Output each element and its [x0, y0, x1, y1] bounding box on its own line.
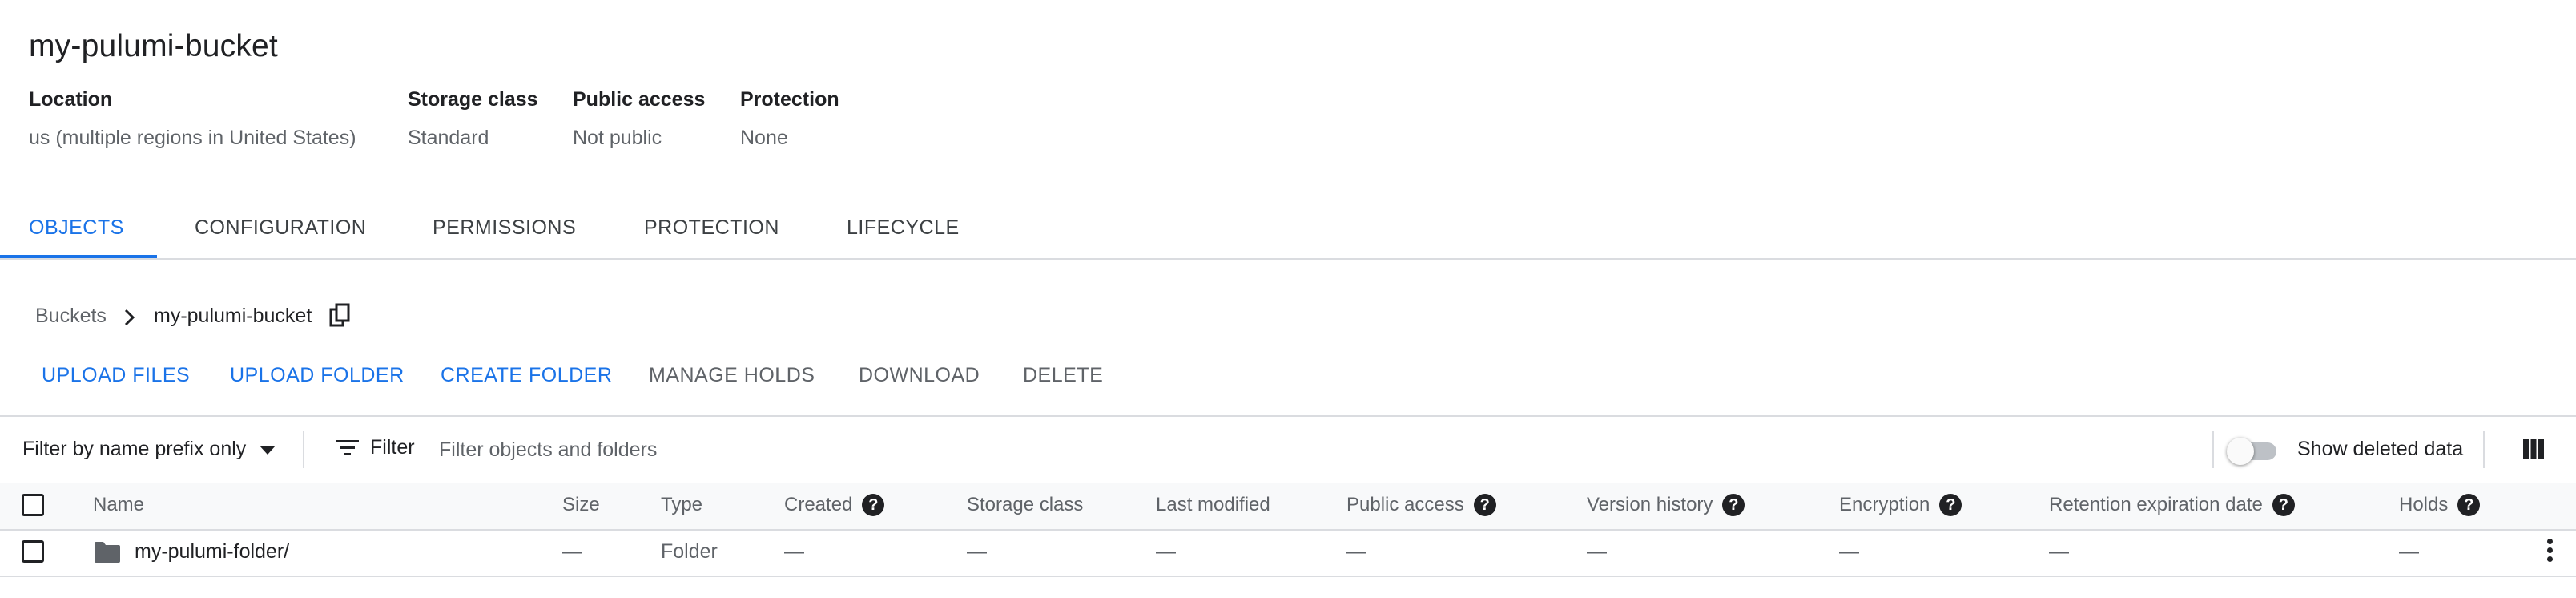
tab-objects[interactable]: OBJECTS — [29, 216, 124, 240]
help-icon[interactable]: ? — [2272, 494, 2295, 516]
active-tab-indicator — [0, 255, 157, 258]
object-name-link[interactable]: my-pulumi-folder/ — [135, 540, 289, 564]
show-deleted-label: Show deleted data — [2297, 438, 2464, 460]
column-header-size[interactable]: Size — [562, 494, 600, 516]
column-header-storage-class[interactable]: Storage class — [967, 494, 1083, 516]
object-public-access: — — [1346, 540, 1366, 563]
tab-configuration[interactable]: CONFIGURATION — [195, 216, 366, 240]
download-button[interactable]: DOWNLOAD — [859, 364, 980, 387]
breadcrumb-current: my-pulumi-bucket — [154, 305, 312, 327]
protection-label: Protection — [740, 88, 839, 111]
create-folder-button[interactable]: CREATE FOLDER — [441, 364, 612, 387]
column-header-last-modified[interactable]: Last modified — [1156, 494, 1270, 516]
divider — [303, 431, 304, 468]
column-header-public-access[interactable]: Public access? — [1346, 494, 1496, 516]
storage-class-value: Standard — [408, 127, 489, 149]
page-title: my-pulumi-bucket — [29, 29, 278, 63]
tab-protection[interactable]: PROTECTION — [644, 216, 779, 240]
filter-toolbar: Filter by name prefix only Filter Show d… — [0, 415, 2576, 486]
object-last-modified: — — [1156, 540, 1176, 563]
column-header-created[interactable]: Created? — [784, 494, 885, 516]
filter-button[interactable]: Filter — [336, 436, 415, 459]
divider — [2212, 431, 2214, 468]
filter-input[interactable] — [437, 433, 1642, 467]
help-icon[interactable]: ? — [862, 494, 885, 516]
help-icon[interactable]: ? — [2457, 494, 2481, 516]
protection-value: None — [740, 127, 788, 149]
tab-permissions[interactable]: PERMISSIONS — [433, 216, 576, 240]
object-size: — — [562, 540, 582, 563]
object-holds: — — [2399, 540, 2419, 563]
location-value: us (multiple regions in United States) — [29, 127, 356, 149]
public-access-value: Not public — [573, 127, 662, 149]
filter-mode-label: Filter by name prefix only — [22, 438, 247, 460]
filter-icon — [336, 439, 359, 455]
column-display-icon[interactable] — [2523, 438, 2544, 464]
help-icon[interactable]: ? — [1473, 494, 1496, 516]
chevron-right-icon — [120, 306, 139, 333]
row-checkbox[interactable] — [22, 540, 44, 563]
column-header-encryption[interactable]: Encryption? — [1839, 494, 1962, 516]
column-header-version-history[interactable]: Version history? — [1587, 494, 1745, 516]
column-header-name[interactable]: Name — [93, 494, 144, 516]
upload-files-button[interactable]: UPLOAD FILES — [42, 364, 190, 387]
object-type: Folder — [661, 540, 718, 563]
help-icon[interactable]: ? — [1939, 494, 1962, 516]
public-access-label: Public access — [573, 88, 706, 111]
select-all-checkbox[interactable] — [22, 494, 44, 516]
tab-lifecycle[interactable]: LIFECYCLE — [847, 216, 960, 240]
divider — [2483, 431, 2485, 468]
object-created: — — [784, 540, 804, 563]
column-header-retention-expiration-date[interactable]: Retention expiration date? — [2049, 494, 2295, 516]
help-icon[interactable]: ? — [1722, 494, 1745, 516]
more-options-icon[interactable] — [2547, 539, 2554, 565]
object-storage-class: — — [967, 540, 987, 563]
column-header-holds[interactable]: Holds? — [2399, 494, 2481, 516]
breadcrumb-buckets[interactable]: Buckets — [35, 305, 107, 328]
copy-icon[interactable] — [328, 303, 352, 333]
toggle-thumb — [2227, 438, 2254, 465]
column-header-type[interactable]: Type — [661, 494, 702, 516]
show-deleted-toggle[interactable] — [2227, 438, 2280, 465]
object-encryption: — — [1839, 540, 1859, 563]
object-version-history: — — [1587, 540, 1607, 563]
upload-folder-button[interactable]: UPLOAD FOLDER — [230, 364, 405, 387]
manage-holds-button[interactable]: MANAGE HOLDS — [649, 364, 815, 387]
filter-button-label: Filter — [370, 436, 415, 459]
filter-mode-select[interactable]: Filter by name prefix only — [22, 438, 276, 461]
tab-bar: OBJECTS CONFIGURATION PERMISSIONS PROTEC… — [0, 205, 2576, 260]
object-retention-expiration: — — [2049, 540, 2069, 563]
folder-icon — [95, 542, 120, 567]
table-header: Name Size Type Created? Storage class La… — [0, 483, 2576, 531]
table-row[interactable]: my-pulumi-folder/ — Folder — — — — — — —… — [0, 529, 2576, 577]
caret-down-icon — [260, 446, 276, 455]
storage-class-label: Storage class — [408, 88, 538, 111]
location-label: Location — [29, 88, 113, 111]
delete-button[interactable]: DELETE — [1023, 364, 1103, 387]
